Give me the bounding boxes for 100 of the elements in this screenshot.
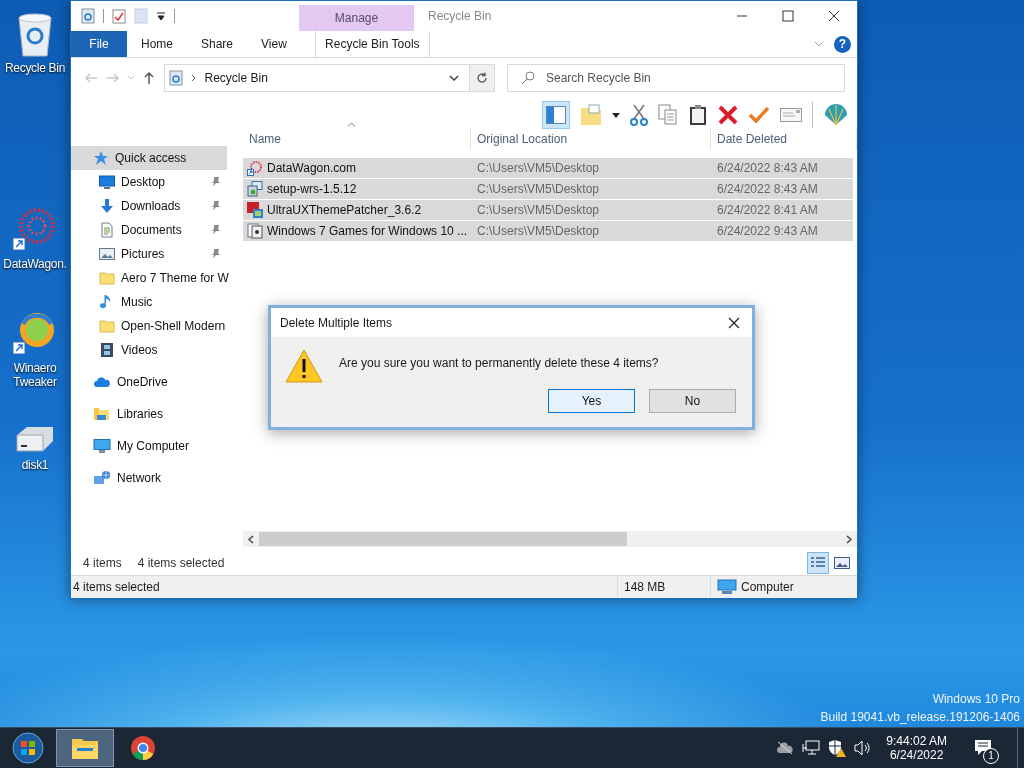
app-icon: [247, 202, 263, 218]
location-cell-text: C:\Users\VM5\Desktop: [476, 182, 601, 196]
dropdown-caret-icon[interactable]: [612, 112, 620, 118]
build-text: Build 19041.vb_release.191206-1406: [820, 709, 1020, 726]
nav-item[interactable]: Network: [71, 466, 227, 490]
size-text: 148 MB: [617, 576, 710, 598]
chevron-down-icon[interactable]: [814, 40, 824, 48]
checkmark-icon[interactable]: [748, 106, 770, 124]
nav-item[interactable]: Quick access: [71, 146, 227, 170]
ribbon-tab[interactable]: Recycle Bin Tools: [314, 31, 430, 57]
nav-item[interactable]: My Computer: [71, 434, 227, 458]
network-icon: [93, 470, 111, 486]
column-header[interactable]: Original Location: [471, 128, 711, 150]
nav-item[interactable]: Music: [71, 290, 227, 314]
file-name: DataWagon.com: [267, 161, 356, 175]
desktop-icon-label[interactable]: disk1: [21, 458, 49, 472]
close-icon[interactable]: [828, 10, 840, 22]
address-bar[interactable]: Recycle Bin: [163, 64, 470, 92]
nav-item[interactable]: Documents: [71, 218, 227, 242]
ribbon-tab[interactable]: View: [247, 31, 301, 57]
monitor-icon: [99, 174, 115, 190]
horizontal-scrollbar[interactable]: [243, 531, 857, 547]
scroll-right-icon: [846, 534, 852, 544]
recycle-bin-icon: [168, 70, 183, 86]
dialog-button[interactable]: Yes: [548, 389, 635, 413]
pane-layout-icon: [546, 106, 566, 124]
customize-caret-icon[interactable]: [156, 11, 166, 21]
nav-item[interactable]: OneDrive: [71, 370, 227, 394]
nav-item[interactable]: Pictures: [71, 242, 227, 266]
recycle-bin-icon[interactable]: [81, 8, 95, 24]
installer-icon: [247, 181, 263, 197]
star-icon: [93, 150, 109, 166]
nav-item[interactable]: Aero 7 Theme for W: [71, 266, 227, 290]
scissors-icon[interactable]: [630, 104, 648, 126]
clock[interactable]: 9:44:02 AM 6/24/2022: [880, 734, 953, 762]
folder-icon: [71, 736, 99, 760]
flower-shortcut-icon: [247, 160, 263, 176]
location-text: Computer: [741, 580, 794, 594]
down-arrow-icon: [99, 198, 115, 214]
ribbon-tab[interactable]: Home: [127, 31, 187, 57]
picture-icon: [99, 246, 115, 262]
cards-icon: [247, 223, 263, 239]
status-text: 4 items selected: [72, 580, 161, 594]
film-icon: [99, 342, 115, 358]
edition-text: Windows 10 Pro: [931, 691, 1020, 708]
ribbon-tab[interactable]: File: [71, 31, 127, 57]
folder-icon: [99, 318, 115, 334]
properties-icon[interactable]: [112, 8, 126, 24]
item-count: 4 items: [83, 556, 122, 570]
folder-icon: [99, 270, 115, 286]
nav-item[interactable]: Libraries: [71, 402, 227, 426]
close-icon: [728, 316, 740, 329]
pane-toggle-button[interactable]: [542, 101, 570, 129]
column-header[interactable]: Name: [243, 128, 471, 150]
desktop-icon-label[interactable]: DataWagon.: [3, 257, 67, 271]
copy-icon[interactable]: [658, 104, 678, 126]
desktop-icon-label[interactable]: Recycle Bin: [4, 61, 66, 75]
card-icon[interactable]: [780, 107, 802, 123]
seashell-icon[interactable]: [823, 103, 849, 127]
date-cell-text: 6/24/2022 8:43 AM: [716, 161, 819, 175]
notifications-button[interactable]: 1: [961, 728, 1005, 768]
refresh-icon: [475, 72, 488, 84]
nav-item[interactable]: Open-Shell Modern: [71, 314, 227, 338]
location-cell-text: C:\Users\VM5\Desktop: [476, 161, 601, 175]
date-cell-text: 6/24/2022 8:43 AM: [716, 182, 819, 196]
scroll-left-icon: [248, 534, 254, 544]
nav-item[interactable]: Desktop: [71, 170, 227, 194]
ribbon-tab[interactable]: Share: [187, 31, 248, 57]
details-view-icon: [810, 556, 826, 570]
file-row[interactable]: DataWagon.com C:\Users\VM5\Desktop 6/24/2022 8:43 AM: [243, 158, 853, 178]
file-name: UltraUXThemePatcher_3.6.2: [267, 203, 422, 217]
dialog-button[interactable]: No: [649, 389, 736, 413]
file-row[interactable]: setup-wrs-1.5.12 C:\Users\VM5\Desktop 6/24/2022 8:43 AM: [243, 179, 853, 199]
document-icon: [99, 222, 115, 238]
taskbar-app-button[interactable]: [56, 729, 114, 767]
search-field[interactable]: Search Recycle Bin: [507, 64, 845, 92]
help-button[interactable]: ?: [834, 35, 851, 53]
up-arrow-icon[interactable]: [143, 71, 156, 85]
cloud-icon: [93, 374, 111, 390]
search-icon: [521, 71, 535, 85]
clipboard-icon[interactable]: [688, 104, 708, 126]
view-button[interactable]: [807, 552, 829, 574]
file-row[interactable]: Windows 7 Games for Windows 10 ... C:\Users\VM5\Desktop 6/24/2022 9:43 AM: [243, 221, 853, 241]
dialog-title: Delete Multiple Items: [280, 315, 394, 330]
breadcrumb-chevron-icon: [190, 74, 197, 82]
maximize-icon[interactable]: [782, 10, 794, 22]
desktop-icon-label[interactable]: Winaero Tweaker: [1, 361, 69, 389]
library-icon: [93, 406, 111, 422]
context-tab-header: Manage: [299, 5, 414, 31]
picture-view-icon: [834, 556, 850, 570]
cross-icon[interactable]: [718, 105, 738, 125]
refresh-button[interactable]: [469, 64, 495, 92]
date-cell-text: 6/24/2022 8:41 AM: [716, 203, 819, 217]
location-cell-text: C:\Users\VM5\Desktop: [476, 224, 601, 238]
column-header[interactable]: Date Deleted: [711, 128, 857, 150]
file-name: Windows 7 Games for Windows 10 ...: [267, 224, 468, 238]
computer-icon: [93, 438, 111, 454]
file-row[interactable]: UltraUXThemePatcher_3.6.2 C:\Users\VM5\Desktop 6/24/2022 8:41 AM: [243, 200, 853, 220]
nav-item[interactable]: Downloads: [71, 194, 227, 218]
nav-item[interactable]: Videos: [71, 338, 227, 362]
